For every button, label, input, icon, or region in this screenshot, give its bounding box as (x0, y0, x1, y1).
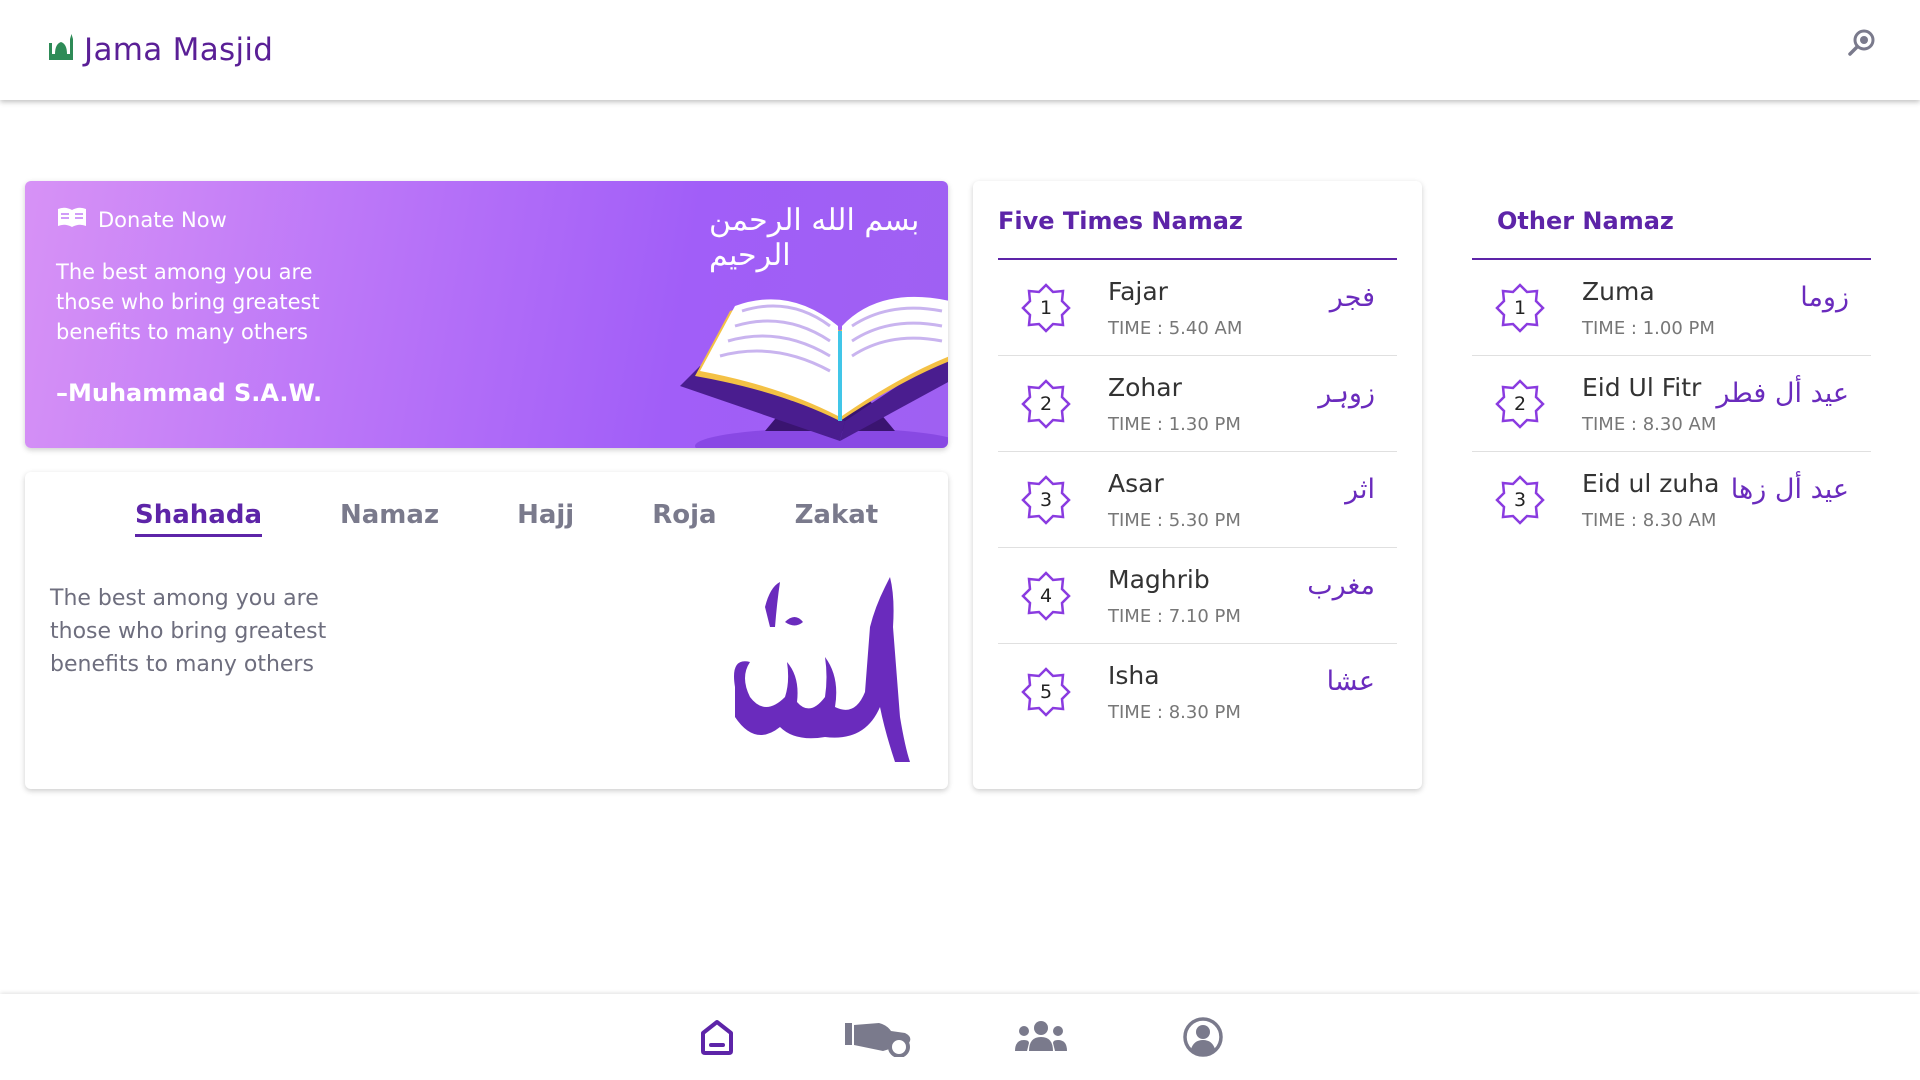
quran-book-illustration (680, 296, 948, 448)
prayer-number: 5 (1039, 681, 1053, 703)
five-times-title: Five Times Namaz (998, 207, 1243, 235)
prayer-name: Isha (1108, 661, 1160, 690)
prayer-time: TIME : 7.10 PM (1108, 606, 1241, 627)
nav-profile[interactable] (1122, 1007, 1284, 1067)
nav-home[interactable] (636, 1007, 798, 1067)
bismillah-calligraphy: بسم الله الرحمن الرحيم (709, 203, 920, 273)
tab-content-text: The best among you are those who bring g… (50, 586, 327, 677)
app-header: Jama Masjid (0, 0, 1920, 100)
prayer-number: 1 (1039, 297, 1053, 319)
prayer-number: 1 (1513, 297, 1527, 319)
prayer-row-zohar[interactable]: 2 Zohar TIME : 1.30 PM زوہر (998, 356, 1397, 452)
prayer-time: TIME : 1.00 PM (1582, 318, 1715, 339)
prayer-number: 3 (1039, 489, 1053, 511)
prayer-arabic: زوہر (1318, 378, 1375, 409)
prayer-arabic: عيد أل زها (1730, 474, 1849, 505)
prayer-name: Maghrib (1108, 565, 1210, 594)
prayer-row-fajar[interactable]: 1 Fajar TIME : 5.40 AM فجر (998, 260, 1397, 356)
profile-icon (1183, 1017, 1223, 1057)
app-title: Jama Masjid (84, 32, 274, 68)
prayer-row-eid-ul-zuha[interactable]: 3 Eid ul zuha TIME : 8.30 AM عيد أل زها (1472, 452, 1871, 548)
mosque-icon (46, 33, 76, 67)
prayer-time: TIME : 5.30 PM (1108, 510, 1241, 531)
prayer-row-isha[interactable]: 5 Isha TIME : 8.30 PM عشا (998, 644, 1397, 740)
prayer-time: TIME : 8.30 AM (1582, 510, 1717, 531)
tab-bar: Shahada Namaz Hajj Roja Zakat (135, 500, 956, 537)
prayer-arabic: زوما (1800, 282, 1849, 313)
prayer-time: TIME : 5.40 AM (1108, 318, 1243, 339)
prayer-arabic: مغرب (1307, 570, 1375, 601)
donate-hand-icon (845, 1023, 911, 1057)
prayer-number: 4 (1039, 585, 1053, 607)
five-times-list: 1 Fajar TIME : 5.40 AM فجر 2 Zohar TIME … (998, 260, 1397, 740)
home-icon (701, 1020, 733, 1055)
prayer-arabic: عيد أل فطر (1716, 378, 1849, 409)
prayer-name: Zohar (1108, 373, 1182, 402)
tab-shahada[interactable]: Shahada (135, 500, 262, 537)
banner-quote: The best among you are those who bring g… (56, 260, 320, 344)
prayer-arabic: عشا (1326, 666, 1375, 697)
prayer-arabic: اثر (1345, 474, 1375, 505)
prayer-row-zuma[interactable]: 1 Zuma TIME : 1.00 PM زوما (1472, 260, 1871, 356)
five-times-namaz-card: Five Times Namaz 1 Fajar TIME : 5.40 AM … (973, 181, 1422, 789)
nav-donate[interactable] (798, 1007, 960, 1067)
search-button[interactable] (1840, 23, 1884, 67)
book-icon (56, 205, 88, 234)
prayer-row-maghrib[interactable]: 4 Maghrib TIME : 7.10 PM مغرب (998, 548, 1397, 644)
other-namaz-list: 1 Zuma TIME : 1.00 PM زوما 2 Eid Ul Fitr… (1472, 260, 1871, 548)
prayer-name: Eid ul zuha (1582, 469, 1720, 498)
donate-banner: Donate Now The best among you are those … (25, 181, 948, 448)
tab-namaz[interactable]: Namaz (340, 500, 439, 537)
bottom-navigation (0, 994, 1920, 1080)
prayer-number: 3 (1513, 489, 1527, 511)
prayer-time: TIME : 8.30 PM (1108, 702, 1241, 723)
community-icon (1015, 1021, 1067, 1051)
prayer-arabic: فجر (1329, 282, 1375, 313)
donate-now-label: Donate Now (98, 207, 227, 232)
tab-hajj[interactable]: Hajj (517, 500, 574, 537)
prayer-name: Eid Ul Fitr (1582, 373, 1702, 402)
allah-calligraphy (734, 577, 910, 762)
prayer-name: Fajar (1108, 277, 1168, 306)
banner-author: –Muhammad S.A.W. (56, 379, 323, 407)
search-icon (1847, 28, 1877, 62)
other-namaz-card: Other Namaz 1 Zuma TIME : 1.00 PM زوما 2… (1472, 181, 1871, 789)
prayer-row-asar[interactable]: 3 Asar TIME : 5.30 PM اثر (998, 452, 1397, 548)
brand[interactable]: Jama Masjid (46, 32, 273, 68)
tabs-card: Shahada Namaz Hajj Roja Zakat The best a… (25, 472, 948, 789)
tab-roja[interactable]: Roja (652, 500, 716, 537)
prayer-row-eid-ul-fitr[interactable]: 2 Eid Ul Fitr TIME : 8.30 AM عيد أل فطر (1472, 356, 1871, 452)
prayer-number: 2 (1039, 393, 1053, 415)
tab-zakat[interactable]: Zakat (795, 500, 879, 537)
prayer-name: Zuma (1582, 277, 1655, 306)
prayer-time: TIME : 8.30 AM (1582, 414, 1717, 435)
prayer-time: TIME : 1.30 PM (1108, 414, 1241, 435)
prayer-name: Asar (1108, 469, 1164, 498)
other-namaz-title: Other Namaz (1497, 207, 1674, 235)
nav-community[interactable] (960, 1007, 1122, 1067)
prayer-number: 2 (1513, 393, 1527, 415)
donate-now-button[interactable]: Donate Now (56, 205, 227, 234)
